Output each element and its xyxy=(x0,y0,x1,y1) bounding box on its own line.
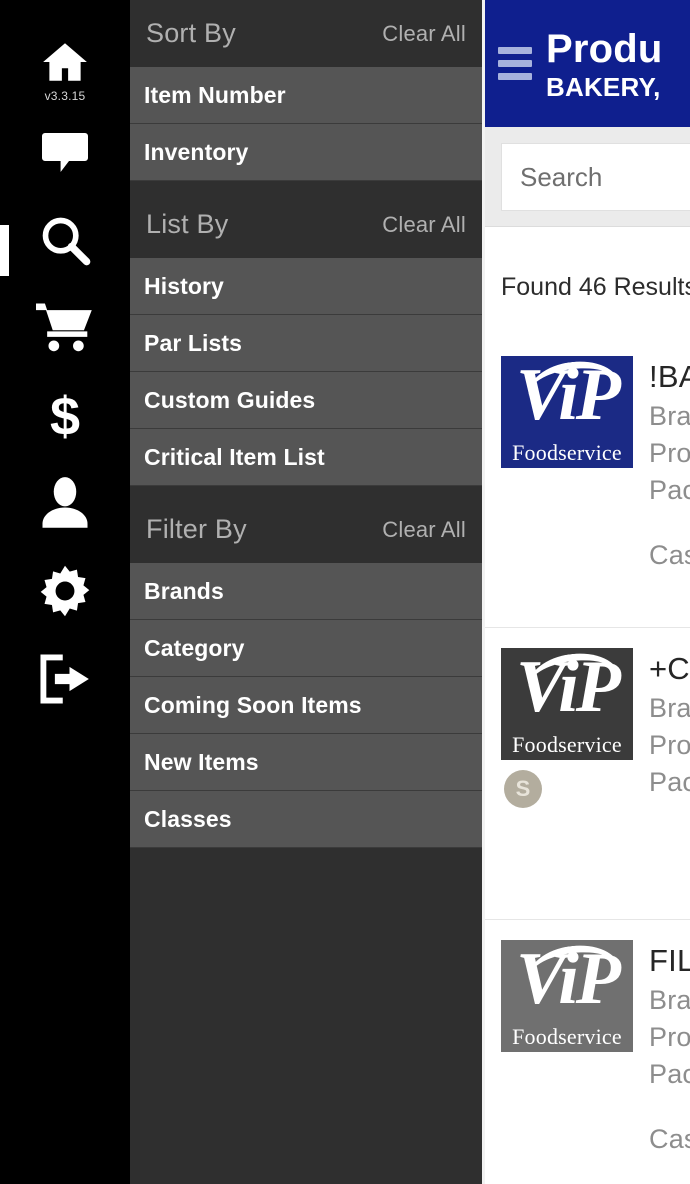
panel-spacer xyxy=(130,486,482,496)
rail-item-messages[interactable] xyxy=(0,126,130,180)
product-pack: Pac xyxy=(649,475,690,505)
product-number: Pro xyxy=(649,730,690,760)
brand-logo-icon: ViP Foodservice xyxy=(501,940,633,1052)
search-icon xyxy=(42,217,91,266)
panel-row-label: Item Number xyxy=(144,81,286,108)
panel-row-critical-item-list[interactable]: Critical Item List xyxy=(130,429,482,486)
product-number: Pro xyxy=(649,438,690,468)
panel-row-label: Coming Soon Items xyxy=(144,691,362,718)
product-media: ViP Foodservice S xyxy=(501,648,633,897)
product-brand: Bra xyxy=(649,693,690,723)
product-media: ViP Foodservice xyxy=(501,356,633,605)
cart-icon xyxy=(36,303,92,352)
panel-row-inventory[interactable]: Inventory xyxy=(130,124,482,181)
filter-panel: Sort By Clear All Item Number Inventory … xyxy=(130,0,482,1184)
rail-item-cart[interactable] xyxy=(0,300,130,356)
hamburger-icon[interactable] xyxy=(498,47,532,80)
product-pack: Pac xyxy=(649,1059,690,1089)
section-header-sort-by: Sort By Clear All xyxy=(130,0,482,67)
product-body: FIL Bra Pro Pac Cas xyxy=(633,940,690,1184)
panel-empty-area xyxy=(130,848,482,1184)
product-price: Cas xyxy=(649,1124,690,1154)
product-card[interactable]: ViP Foodservice !BA Bra Pro Pac Cas xyxy=(485,336,690,628)
page-subtitle: BAKERY, xyxy=(546,71,661,102)
panel-row-coming-soon-items[interactable]: Coming Soon Items xyxy=(130,677,482,734)
panel-row-label: Category xyxy=(144,634,245,661)
rail-item-home[interactable]: v3.3.15 xyxy=(0,30,130,110)
app-header: Produ BAKERY, xyxy=(485,0,690,127)
home-icon xyxy=(43,43,87,81)
rail-item-account[interactable] xyxy=(0,474,130,532)
product-title: !BA xyxy=(649,359,690,394)
chat-icon xyxy=(42,133,88,172)
gear-icon xyxy=(40,565,90,617)
product-body: +C Bra Pro Pac xyxy=(633,648,690,897)
app-version: v3.3.15 xyxy=(44,89,86,103)
panel-row-history[interactable]: History xyxy=(130,258,482,315)
clear-all-filter-by[interactable]: Clear All xyxy=(382,517,466,543)
panel-row-classes[interactable]: Classes xyxy=(130,791,482,848)
brand-logo-word: Foodservice xyxy=(512,440,622,465)
search-placeholder: Search xyxy=(520,161,603,192)
panel-row-custom-guides[interactable]: Custom Guides xyxy=(130,372,482,429)
search-bar: Search xyxy=(485,127,690,227)
section-title-sort-by: Sort By xyxy=(146,18,236,48)
product-title: FIL xyxy=(649,943,690,978)
panel-row-category[interactable]: Category xyxy=(130,620,482,677)
panel-spacer xyxy=(130,181,482,191)
content-column: Produ BAKERY, Search Found 46 Results Vi… xyxy=(485,0,690,1184)
brand-logo-word: Foodservice xyxy=(512,732,622,757)
logout-icon xyxy=(40,654,89,704)
rail-item-settings[interactable] xyxy=(0,562,130,620)
brand-logo-icon: ViP Foodservice xyxy=(501,648,633,760)
brand-logo-word: Foodservice xyxy=(512,1024,622,1049)
panel-row-label: Brands xyxy=(144,577,224,604)
panel-edge-handle[interactable] xyxy=(0,225,9,276)
clear-all-list-by[interactable]: Clear All xyxy=(382,212,466,238)
page-title: Produ xyxy=(546,26,663,71)
product-pack: Pac xyxy=(649,767,690,797)
section-header-filter-by: Filter By Clear All xyxy=(130,496,482,563)
panel-row-new-items[interactable]: New Items xyxy=(130,734,482,791)
panel-row-label: Inventory xyxy=(144,138,249,165)
rail-item-pricing[interactable]: $ xyxy=(0,388,130,444)
panel-row-label: Par Lists xyxy=(144,329,243,356)
results-count: Found 46 Results xyxy=(501,273,690,301)
section-title-list-by: List By xyxy=(146,209,229,239)
product-media: ViP Foodservice xyxy=(501,940,633,1184)
rail-item-logout[interactable] xyxy=(0,650,130,708)
brand-logo-icon: ViP Foodservice xyxy=(501,356,633,468)
product-card[interactable]: ViP Foodservice S +C Bra Pro Pac xyxy=(485,628,690,920)
product-brand: Bra xyxy=(649,985,690,1015)
panel-right-edge xyxy=(482,0,485,1184)
product-body: !BA Bra Pro Pac Cas xyxy=(633,356,690,605)
panel-row-par-lists[interactable]: Par Lists xyxy=(130,315,482,372)
clear-all-sort-by[interactable]: Clear All xyxy=(382,21,466,47)
panel-row-label: History xyxy=(144,272,224,299)
section-title-filter-by: Filter By xyxy=(146,514,247,544)
person-icon xyxy=(42,477,88,528)
product-price: Cas xyxy=(649,540,690,570)
icon-rail: v3.3.15 $ xyxy=(0,0,130,1184)
svg-text:$: $ xyxy=(50,389,80,443)
product-brand: Bra xyxy=(649,401,690,431)
search-input[interactable]: Search xyxy=(501,143,690,211)
product-number: Pro xyxy=(649,1022,690,1052)
app-root: v3.3.15 $ Sort By Clear All Item Number … xyxy=(0,0,690,1184)
rail-item-search[interactable] xyxy=(0,212,130,268)
panel-row-label: New Items xyxy=(144,748,259,775)
panel-row-label: Critical Item List xyxy=(144,443,325,470)
panel-row-item-number[interactable]: Item Number xyxy=(130,67,482,124)
product-title: +C xyxy=(649,651,690,686)
panel-row-brands[interactable]: Brands xyxy=(130,563,482,620)
status-badge[interactable]: S xyxy=(504,770,542,808)
dollar-icon: $ xyxy=(50,389,80,443)
product-card[interactable]: ViP Foodservice FIL Bra Pro Pac Cas xyxy=(485,920,690,1184)
panel-row-label: Custom Guides xyxy=(144,386,316,413)
panel-row-label: Classes xyxy=(144,805,232,832)
section-header-list-by: List By Clear All xyxy=(130,191,482,258)
